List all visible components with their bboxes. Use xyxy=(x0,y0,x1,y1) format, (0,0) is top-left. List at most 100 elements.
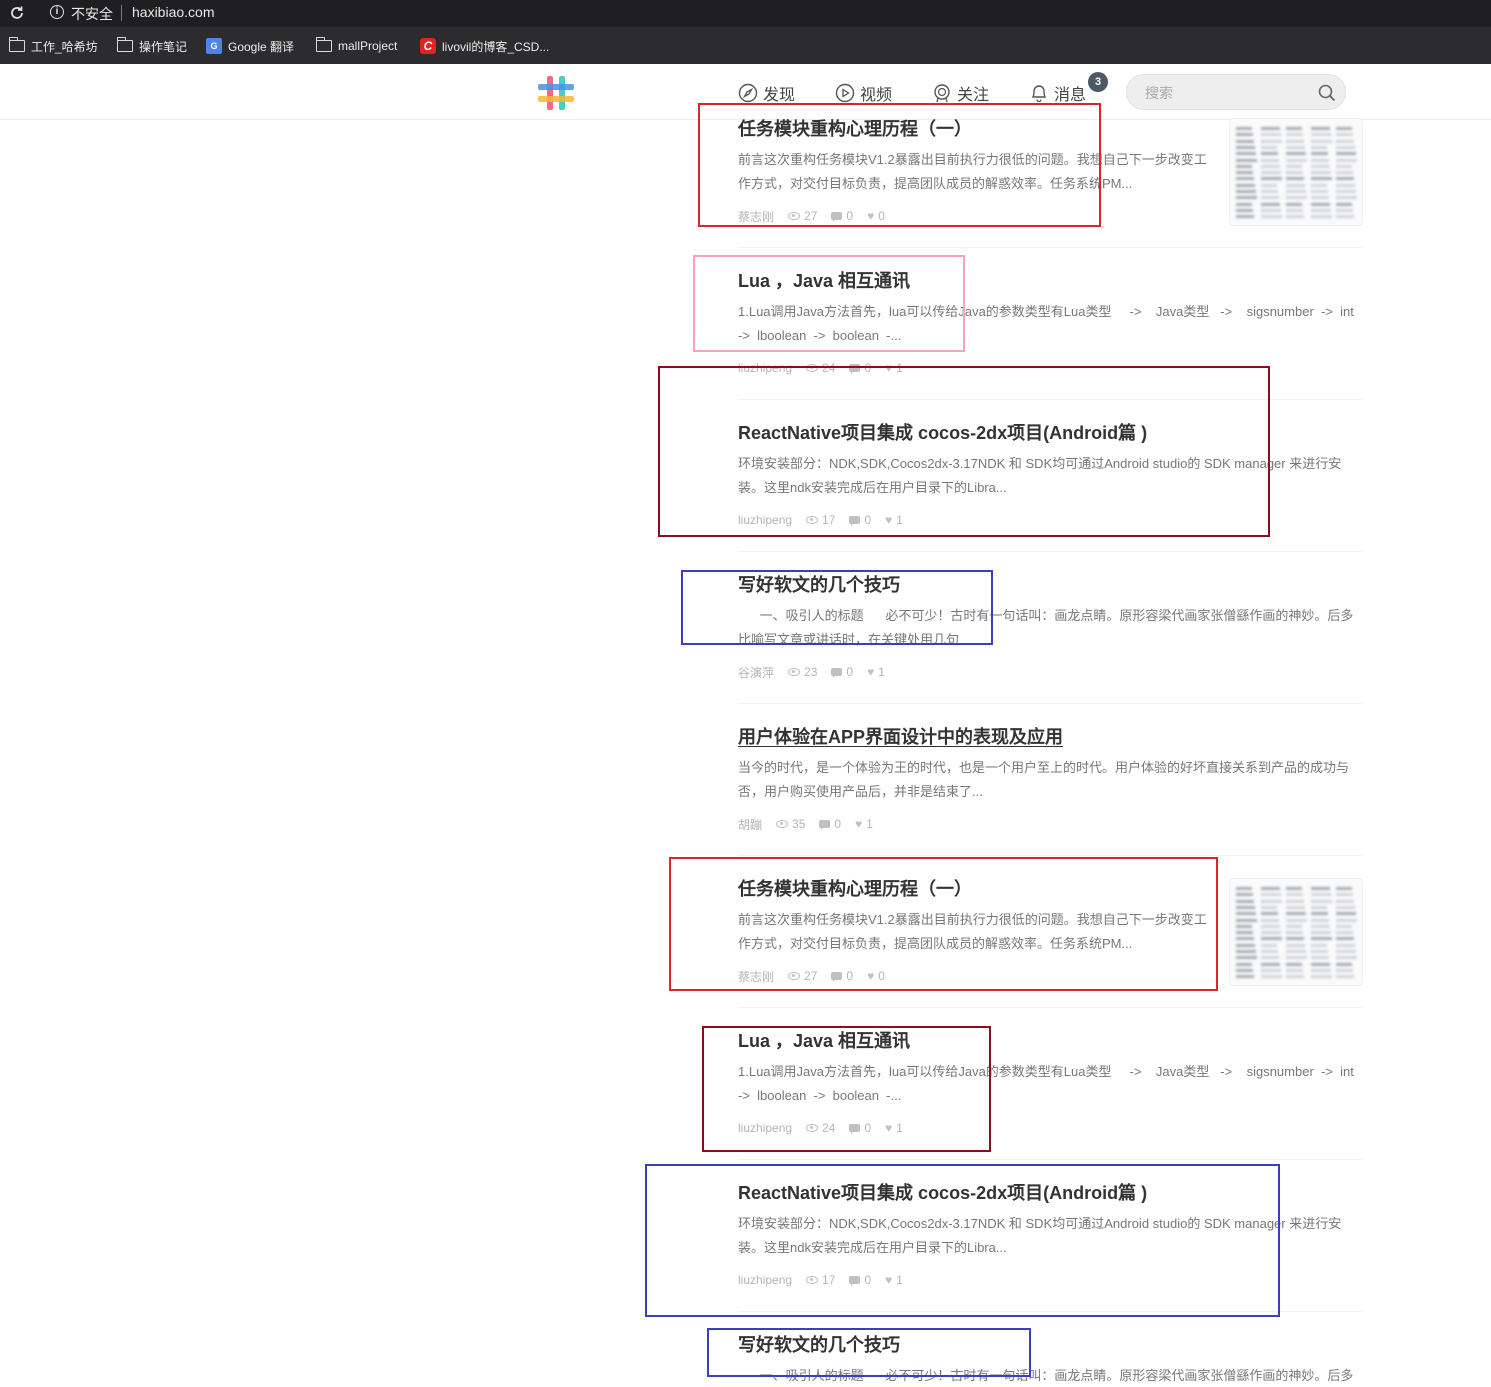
article-item[interactable]: Lua ，Java 相互通讯 1.Lua调用Java方法首先，lua可以传给Ja… xyxy=(738,269,1363,379)
article-meta: 蔡志刚 27 0 ♥ 0 xyxy=(738,968,899,984)
article-title[interactable]: 写好软文的几个技巧 xyxy=(738,573,900,597)
thumbnail-cell xyxy=(1336,905,1355,909)
eye-icon xyxy=(806,516,819,524)
thumbnail-cell xyxy=(1261,918,1279,922)
thumbnail-cell xyxy=(1236,975,1254,979)
eye-icon xyxy=(806,364,819,372)
eye-icon xyxy=(788,668,801,676)
info-icon[interactable]: i xyxy=(50,5,64,19)
article-title[interactable]: 写好软文的几个技巧 xyxy=(738,1333,900,1357)
article-item[interactable]: ReactNative项目集成 cocos-2dx项目(Android篇 ) 环… xyxy=(738,1181,1363,1291)
thumbnail-cell xyxy=(1336,899,1354,903)
article-item[interactable]: ReactNative项目集成 cocos-2dx项目(Android篇 ) 环… xyxy=(738,421,1363,531)
author-name[interactable]: 蔡志刚 xyxy=(738,208,774,225)
article-title[interactable]: 任务模块重构心理历程（一） xyxy=(738,117,972,141)
thumbnail-cell xyxy=(1336,190,1356,193)
nav-discover[interactable]: 发现 xyxy=(738,81,795,105)
nav-video[interactable]: 视频 xyxy=(835,81,892,105)
view-count: 17 xyxy=(806,1273,835,1287)
thumbnail-cell xyxy=(1336,177,1354,181)
nav-label: 发现 xyxy=(763,87,796,104)
author-name[interactable]: 谷演萍 xyxy=(738,664,774,681)
comment-count: 0 xyxy=(831,969,853,983)
thumbnail-cell xyxy=(1236,899,1254,903)
thumbnail-cell xyxy=(1311,183,1327,187)
bookmark-notes[interactable]: 操作笔记 xyxy=(116,37,187,54)
like-count: ♥ 1 xyxy=(867,665,885,679)
author-name[interactable]: 胡蹦 xyxy=(738,816,762,833)
thumbnail-cell xyxy=(1311,215,1332,219)
thumbnail-cell xyxy=(1261,924,1280,928)
thumbnail-cell xyxy=(1236,931,1253,935)
view-count: 24 xyxy=(806,361,835,375)
play-icon xyxy=(835,83,855,103)
article-title[interactable]: 任务模块重构心理历程（一） xyxy=(738,877,972,901)
article-title[interactable]: Lua ，Java 相互通讯 xyxy=(738,1029,910,1053)
thumbnail-cell xyxy=(1236,950,1256,953)
bookmark-csdn[interactable]: C livovil的博客_CSD... xyxy=(420,38,549,54)
folder-icon xyxy=(8,37,25,52)
bookmark-google-translate[interactable]: G Google 翻译 xyxy=(206,38,294,54)
thumbnail-cell xyxy=(1336,171,1353,175)
thumbnail-cell xyxy=(1286,164,1302,168)
thumbnail-cell xyxy=(1236,164,1252,168)
thumbnail-cell xyxy=(1336,912,1356,916)
article-item[interactable]: 写好软文的几个技巧 一、吸引人的标题 必不可少！古时有一句话叫：画龙点睛。原形容… xyxy=(738,1333,1363,1387)
thumbnail-cell xyxy=(1286,171,1303,175)
article-item[interactable]: Lua ，Java 相互通讯 1.Lua调用Java方法首先，lua可以传给Ja… xyxy=(738,1029,1363,1139)
author-name[interactable]: liuzhipeng xyxy=(738,1121,792,1135)
article-title[interactable]: ReactNative项目集成 cocos-2dx项目(Android篇 ) xyxy=(738,1181,1147,1205)
reload-icon[interactable] xyxy=(8,4,26,22)
security-label[interactable]: 不安全 xyxy=(71,4,113,24)
thumbnail-cell xyxy=(1286,893,1303,897)
thumbnail-cell xyxy=(1286,962,1302,966)
thumbnail-cell xyxy=(1261,215,1282,219)
article-abstract: 环境安装部分：NDK,SDK,Cocos2dx-3.17NDK 和 SDK均可通… xyxy=(738,456,1342,495)
bookmark-work[interactable]: 工作_哈希坊 xyxy=(8,37,98,54)
thumbnail-cell xyxy=(1261,887,1280,890)
author-name[interactable]: liuzhipeng xyxy=(738,513,792,527)
thumbnail-cell xyxy=(1286,956,1307,960)
thumbnail-cell xyxy=(1236,158,1257,162)
thumbnail-cell xyxy=(1236,177,1254,181)
article-meta: liuzhipeng 17 0 ♥ 1 xyxy=(738,1272,917,1288)
article-meta: 胡蹦 35 0 ♥ 1 xyxy=(738,816,887,832)
thumbnail-cell xyxy=(1336,968,1353,972)
comment-icon xyxy=(819,820,831,830)
article-title[interactable]: Lua ，Java 相互通讯 xyxy=(738,269,910,293)
heart-icon: ♥ xyxy=(885,361,893,375)
thumbnail-cell xyxy=(1261,133,1281,137)
article-abstract: 前言这次重构任务模块V1.2暴露出目前执行力很低的问题。我想自己下一步改变工作方… xyxy=(738,912,1207,951)
thumbnail-cell xyxy=(1286,937,1304,941)
thumbnail-cell xyxy=(1336,196,1357,200)
bookmark-label: Google 翻译 xyxy=(228,39,295,54)
article-title[interactable]: ReactNative项目集成 cocos-2dx项目(Android篇 ) xyxy=(738,421,1147,445)
article-thumbnail[interactable] xyxy=(1229,878,1363,986)
heart-icon: ♥ xyxy=(867,665,875,679)
article-thumbnail[interactable] xyxy=(1229,118,1363,226)
thumbnail-cell xyxy=(1261,899,1282,903)
author-name[interactable]: liuzhipeng xyxy=(738,1273,792,1287)
thumbnail-cell xyxy=(1286,968,1303,972)
article-title[interactable]: 用户体验在APP界面设计中的表现及应用 xyxy=(738,725,1063,749)
thumbnail-cell xyxy=(1286,918,1307,922)
search-input[interactable] xyxy=(1145,83,1305,103)
thumbnail-cell xyxy=(1236,208,1253,212)
thumbnail-cell xyxy=(1286,202,1302,206)
author-name[interactable]: liuzhipeng xyxy=(738,361,792,375)
author-name[interactable]: 蔡志刚 xyxy=(738,968,774,985)
nav-messages[interactable]: 消息 xyxy=(1029,81,1086,105)
article-abstract: 当今的时代，是一个体验为王的时代，也是一个用户至上的时代。用户体验的好坏直接关系… xyxy=(738,760,1350,799)
url-field[interactable]: haxibiao.com xyxy=(132,4,215,20)
search-box xyxy=(1126,74,1346,110)
article-divider xyxy=(738,703,1363,704)
thumbnail-cell xyxy=(1236,190,1256,193)
thumbnail-cell xyxy=(1261,905,1277,909)
nav-follow[interactable]: 关注 xyxy=(932,81,989,105)
bookmark-mallproject[interactable]: mallProject xyxy=(315,37,397,54)
article-item[interactable]: 用户体验在APP界面设计中的表现及应用 当今的时代，是一个体验为王的时代，也是一… xyxy=(738,725,1363,835)
thumbnail-cell xyxy=(1261,127,1280,130)
logo-hash-icon[interactable] xyxy=(535,72,577,114)
search-icon[interactable] xyxy=(1317,83,1337,103)
article-item[interactable]: 写好软文的几个技巧 一、吸引人的标题 必不可少！古时有一句话叫：画龙点睛。原形容… xyxy=(738,573,1363,683)
